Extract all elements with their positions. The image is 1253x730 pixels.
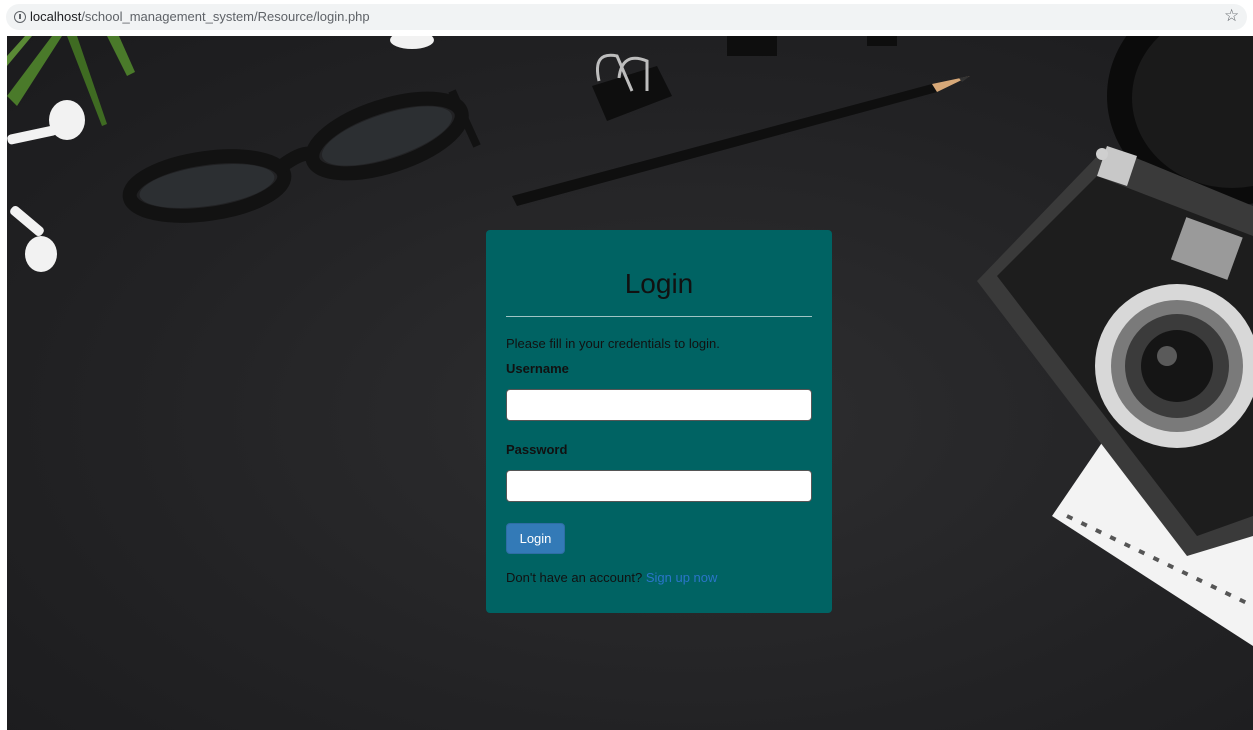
- signup-prompt: Don't have an account? Sign up now: [506, 570, 717, 585]
- title-divider: [506, 316, 812, 317]
- username-label: Username: [506, 361, 569, 376]
- password-label: Password: [506, 442, 568, 457]
- pencil: [512, 76, 970, 206]
- login-instructions: Please fill in your credentials to login…: [506, 336, 720, 351]
- url-host: localhost: [30, 9, 82, 24]
- signup-prompt-text: Don't have an account?: [506, 570, 643, 585]
- page-title: Login: [624, 268, 694, 299]
- page-viewport: Login Please fill in your credentials to…: [7, 36, 1253, 730]
- signup-link[interactable]: Sign up now: [646, 570, 718, 585]
- info-icon[interactable]: [14, 11, 26, 23]
- star-icon[interactable]: ☆: [1224, 6, 1239, 26]
- username-input[interactable]: [506, 389, 812, 421]
- login-button[interactable]: Login: [506, 523, 565, 554]
- url-path: /school_management_system/Resource/login…: [81, 9, 370, 24]
- password-input[interactable]: [506, 470, 812, 502]
- browser-address-bar: localhost/school_management_system/Resou…: [0, 0, 1253, 36]
- login-card: Login Please fill in your credentials to…: [486, 230, 832, 613]
- url-text[interactable]: localhost/school_management_system/Resou…: [30, 9, 370, 24]
